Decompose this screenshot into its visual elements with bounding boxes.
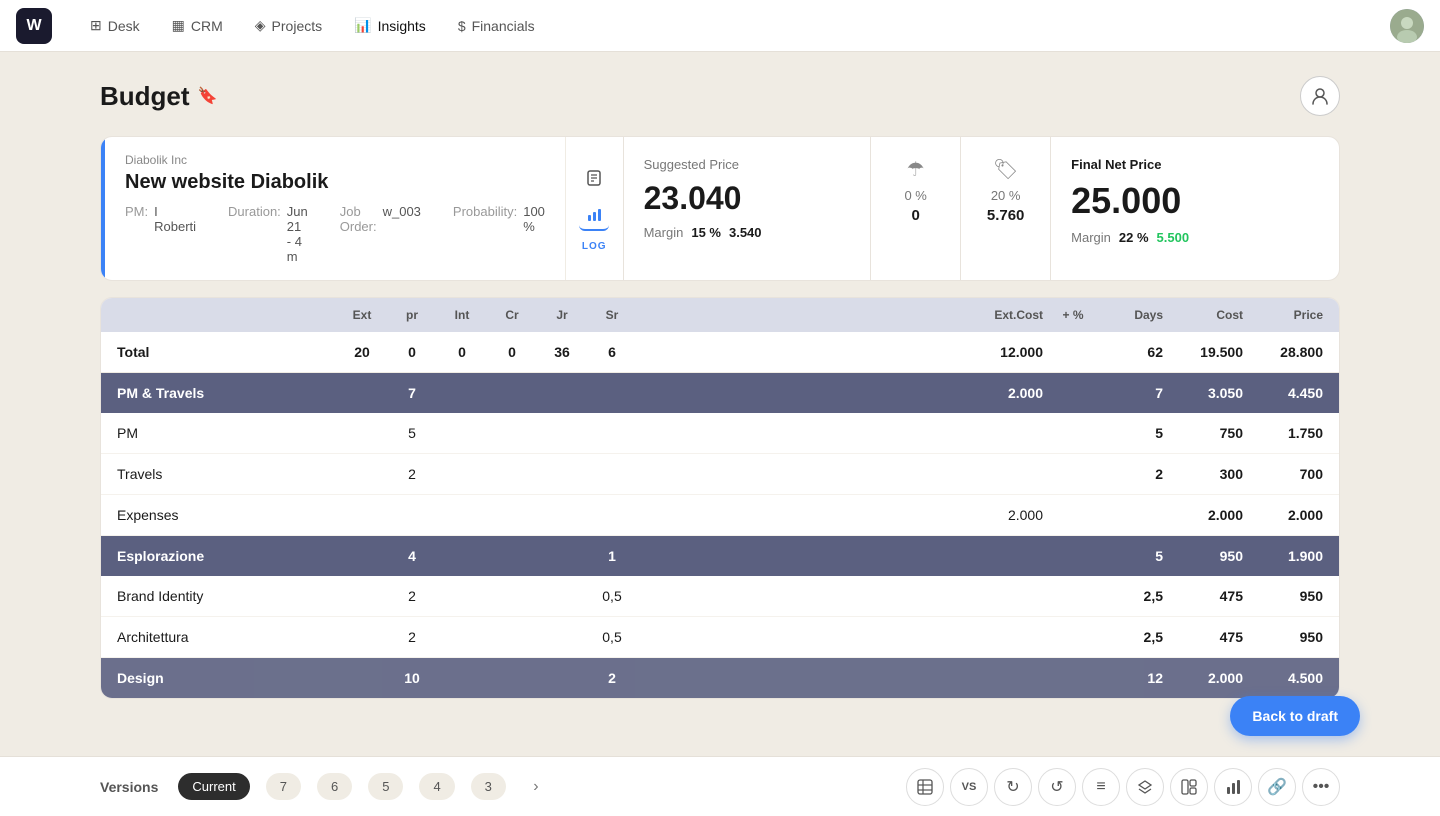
table-header: Ext pr Int Cr Jr Sr Ext.Cost + % Days Co… <box>101 298 1339 332</box>
toolbar-more-button[interactable]: ••• <box>1302 768 1340 806</box>
chart-icon-button[interactable] <box>579 201 609 231</box>
tag-icon: 🏷 <box>973 157 1038 182</box>
final-margin: Margin 22 % 5.500 <box>1071 230 1319 245</box>
version-5[interactable]: 5 <box>368 773 403 800</box>
nav-crm[interactable]: ▦ CRM <box>158 11 237 40</box>
nav-items: ⊞ Desk ▦ CRM ◈ Projects 📊 Insights $ Fin… <box>76 11 1390 40</box>
umbrella-icon: ☂ <box>883 157 948 182</box>
insights-icon: 📊 <box>354 17 371 34</box>
doc-icon-button[interactable] <box>579 163 609 193</box>
nav-projects-label: Projects <box>272 18 323 34</box>
financials-icon: $ <box>458 18 466 34</box>
nav-insights-label: Insights <box>378 18 426 34</box>
discount-panel-2: 🏷 20 % 5.760 <box>960 137 1050 280</box>
toolbar-refresh-button[interactable]: ↻ <box>994 768 1032 806</box>
top-navigation: W ⊞ Desk ▦ CRM ◈ Projects 📊 Insights $ F… <box>0 0 1440 52</box>
nav-financials-label: Financials <box>472 18 535 34</box>
row-pm: PM 5 5 750 1.750 <box>101 413 1339 454</box>
desk-icon: ⊞ <box>90 17 102 34</box>
duration-meta: Duration: Jun 21 - 4 m <box>228 204 308 264</box>
row-brand-identity: Brand Identity 2 0,5 2,5 475 950 <box>101 576 1339 617</box>
final-price-title: Final Net Price <box>1071 157 1319 172</box>
suggested-price-panel: Suggested Price 23.040 Margin 15 % 3.540 <box>623 137 871 280</box>
nav-projects[interactable]: ◈ Projects <box>241 11 336 40</box>
page-title: Budget 🔖 <box>100 81 217 112</box>
disc1-pct: 0 % <box>883 188 948 203</box>
back-to-draft-button[interactable]: Back to draft <box>1230 696 1360 736</box>
version-7[interactable]: 7 <box>266 773 301 800</box>
nav-desk[interactable]: ⊞ Desk <box>76 11 154 40</box>
nav-desk-label: Desk <box>108 18 140 34</box>
budget-table: Ext pr Int Cr Jr Sr Ext.Cost + % Days Co… <box>100 297 1340 699</box>
crm-icon: ▦ <box>172 17 185 34</box>
toolbar-layout-button[interactable] <box>1170 768 1208 806</box>
final-price-value: 25.000 <box>1071 180 1319 222</box>
versions-label: Versions <box>100 779 158 795</box>
row-architettura: Architettura 2 0,5 2,5 475 950 <box>101 617 1339 658</box>
logo[interactable]: W <box>16 8 52 44</box>
toolbar-layers-button[interactable] <box>1126 768 1164 806</box>
row-travels: Travels 2 2 300 700 <box>101 454 1339 495</box>
project-name: New website Diabolik <box>125 171 545 194</box>
group-pm-travels[interactable]: PM & Travels 7 2.000 7 3.050 4.450 <box>101 373 1339 413</box>
disc2-val: 5.760 <box>973 207 1038 224</box>
project-info: Diabolik Inc New website Diabolik PM: I … <box>105 137 565 280</box>
bottom-bar: Versions Current 7 6 5 4 3 › VS ↻ ↺ ≡ <box>0 756 1440 816</box>
final-price-panel: Final Net Price 25.000 Margin 22 % 5.500 <box>1050 137 1339 280</box>
versions-chevron[interactable]: › <box>522 773 550 801</box>
bookmark-icon[interactable]: 🔖 <box>198 86 218 106</box>
avatar[interactable] <box>1390 9 1424 43</box>
total-row: Total 20 0 0 0 36 6 12.000 62 19.500 28.… <box>101 332 1339 373</box>
disc2-pct: 20 % <box>973 188 1038 203</box>
nav-crm-label: CRM <box>191 18 223 34</box>
nav-financials[interactable]: $ Financials <box>444 12 549 40</box>
toolbar-filter-button[interactable]: ≡ <box>1082 768 1120 806</box>
group-design[interactable]: Design 10 2 12 2.000 4.500 <box>101 658 1339 698</box>
suggested-margin: Margin 15 % 3.540 <box>644 225 851 240</box>
toolbar-undo-button[interactable]: ↺ <box>1038 768 1076 806</box>
toolbar-link-button[interactable]: 🔗 <box>1258 768 1296 806</box>
pm-meta: PM: I Roberti <box>125 204 196 264</box>
disc1-val: 0 <box>883 207 948 224</box>
toolbar-table-button[interactable] <box>906 768 944 806</box>
toolbar-barchart-button[interactable] <box>1214 768 1252 806</box>
toolbar-vs-button[interactable]: VS <box>950 768 988 806</box>
log-button[interactable]: LOG <box>578 239 611 254</box>
project-card-icons: LOG <box>565 137 623 280</box>
job-meta: Job Order: w_003 <box>340 204 421 264</box>
project-company: Diabolik Inc <box>125 153 545 167</box>
toolbar-icons: VS ↻ ↺ ≡ 🔗 ••• <box>906 768 1340 806</box>
projects-icon: ◈ <box>255 17 266 34</box>
version-6[interactable]: 6 <box>317 773 352 800</box>
row-expenses: Expenses 2.000 2.000 2.000 <box>101 495 1339 536</box>
page-header: Budget 🔖 <box>100 76 1340 116</box>
version-3[interactable]: 3 <box>471 773 506 800</box>
discount-panel-1: ☂ 0 % 0 <box>870 137 960 280</box>
suggested-price-title: Suggested Price <box>644 157 851 172</box>
probability-meta: Probability: 100 % <box>453 204 545 264</box>
suggested-price-value: 23.040 <box>644 180 851 217</box>
page-content: Budget 🔖 Diabolik Inc New website Diabol… <box>0 52 1440 779</box>
project-meta: PM: I Roberti Duration: Jun 21 - 4 m Job… <box>125 204 545 264</box>
version-current[interactable]: Current <box>178 773 249 800</box>
version-4[interactable]: 4 <box>419 773 454 800</box>
nav-insights[interactable]: 📊 Insights <box>340 11 440 40</box>
group-esplorazione[interactable]: Esplorazione 4 1 5 950 1.900 <box>101 536 1339 576</box>
person-icon-button[interactable] <box>1300 76 1340 116</box>
